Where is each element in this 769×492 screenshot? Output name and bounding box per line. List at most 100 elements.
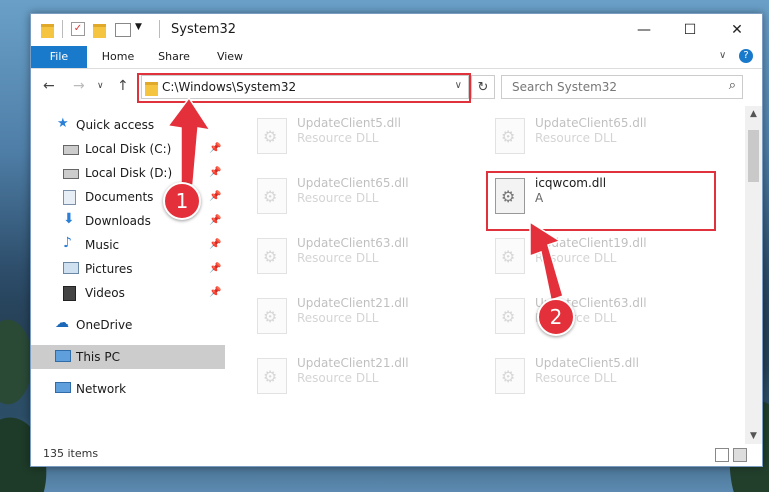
pin-icon[interactable]: 📌 xyxy=(209,263,221,274)
chevron-down-icon[interactable]: ▼ xyxy=(135,22,142,32)
minimize-button[interactable]: — xyxy=(621,14,667,46)
details-view-icon[interactable] xyxy=(715,448,729,462)
file-name: UpdateClient21.dll xyxy=(297,356,409,370)
back-arrow-icon[interactable]: ← xyxy=(43,78,55,94)
new-folder-icon[interactable] xyxy=(93,24,106,38)
file-type: Resource DLL xyxy=(297,311,379,325)
dll-file-icon xyxy=(495,298,525,334)
maximize-button[interactable]: ☐ xyxy=(667,14,713,46)
search-icon[interactable]: ⌕ xyxy=(729,78,736,93)
pin-icon[interactable]: 📌 xyxy=(209,287,221,298)
file-item[interactable]: UpdateClient65.dll Resource DLL xyxy=(247,170,467,218)
large-icons-view-icon[interactable] xyxy=(733,448,747,462)
file-type: Resource DLL xyxy=(535,371,617,385)
file-name: UpdateClient21.dll xyxy=(297,296,409,310)
pin-icon[interactable]: 📌 xyxy=(209,191,221,202)
ribbon: File Home Share View ∨ ? xyxy=(31,46,762,69)
dll-file-icon xyxy=(257,118,287,154)
scroll-up-icon[interactable]: ▲ xyxy=(745,106,762,122)
drive-icon xyxy=(63,145,79,155)
file-type: Resource DLL xyxy=(297,191,379,205)
file-type: Resource DLL xyxy=(297,131,379,145)
cloud-icon: ☁ xyxy=(55,315,69,331)
file-item[interactable]: UpdateClient63.dll Resource DLL xyxy=(247,230,467,278)
sidebar-item-label: Local Disk (D:) xyxy=(85,166,173,180)
file-item[interactable]: UpdateClient19.dll Resource DLL xyxy=(485,230,705,278)
recent-locations-icon[interactable]: ∨ xyxy=(97,81,104,91)
search-placeholder: Search System32 xyxy=(512,80,618,94)
file-highlight-box xyxy=(486,171,716,231)
sidebar-item-label: This PC xyxy=(76,350,120,364)
file-item[interactable]: UpdateClient5.dll Resource DLL xyxy=(247,110,467,158)
file-item[interactable]: UpdateClient5.dll Resource DLL xyxy=(485,350,705,398)
network-icon xyxy=(55,382,71,393)
dll-file-icon xyxy=(257,298,287,334)
sidebar-item-local-disk-c[interactable]: Local Disk (C:) 📌 xyxy=(31,137,225,161)
item-count: 135 items xyxy=(43,447,99,460)
pin-icon[interactable]: 📌 xyxy=(209,167,221,178)
pin-icon[interactable]: 📌 xyxy=(209,215,221,226)
address-highlight-box xyxy=(137,73,471,103)
scroll-thumb[interactable] xyxy=(748,130,759,182)
sidebar-item-quick-access[interactable]: ★ Quick access xyxy=(31,113,225,137)
sidebar-item-onedrive[interactable]: ☁ OneDrive xyxy=(31,313,225,337)
vertical-scrollbar[interactable]: ▲ ▼ xyxy=(745,106,762,444)
dll-file-icon xyxy=(257,178,287,214)
file-name: UpdateClient65.dll xyxy=(535,116,647,130)
file-item[interactable]: UpdateClient63.dll Resource DLL xyxy=(485,290,705,338)
file-list: UpdateClient5.dll Resource DLL UpdateCli… xyxy=(227,106,741,436)
file-name: UpdateClient63.dll xyxy=(297,236,409,250)
sidebar-item-label: Music xyxy=(85,238,120,252)
sidebar-item-videos[interactable]: Videos 📌 xyxy=(31,281,225,305)
file-name: UpdateClient19.dll xyxy=(535,236,647,250)
file-type: Resource DLL xyxy=(535,251,617,265)
documents-icon xyxy=(63,190,76,205)
customize-quick-access-icon[interactable] xyxy=(115,23,131,37)
tab-share[interactable]: Share xyxy=(149,46,199,68)
window-title: System32 xyxy=(171,22,237,37)
status-bar: 135 items xyxy=(31,442,762,466)
file-item[interactable]: UpdateClient21.dll Resource DLL xyxy=(247,290,467,338)
file-name: UpdateClient65.dll xyxy=(297,176,409,190)
file-type: Resource DLL xyxy=(535,131,617,145)
up-arrow-icon[interactable]: ↑ xyxy=(117,78,129,94)
divider xyxy=(159,20,160,38)
pin-icon[interactable]: 📌 xyxy=(209,143,221,154)
music-icon: ♪ xyxy=(63,235,72,251)
pin-icon[interactable]: 📌 xyxy=(209,239,221,250)
drive-icon xyxy=(63,169,79,179)
file-type: Resource DLL xyxy=(297,251,379,265)
divider xyxy=(62,20,63,38)
file-item[interactable]: UpdateClient65.dll Resource DLL xyxy=(485,110,705,158)
title-bar: ✓ ▼ System32 — ☐ ✕ xyxy=(31,14,762,46)
refresh-button[interactable]: ↻ xyxy=(471,75,495,99)
search-input[interactable]: Search System32 ⌕ xyxy=(501,75,743,99)
step-badge-2: 2 xyxy=(537,298,575,336)
tab-view[interactable]: View xyxy=(205,46,255,68)
navigation-pane: ★ Quick access Local Disk (C:) 📌 Local D… xyxy=(31,106,225,436)
help-icon[interactable]: ? xyxy=(739,49,753,63)
sidebar-item-this-pc[interactable]: This PC xyxy=(31,345,225,369)
sidebar-item-music[interactable]: ♪ Music 📌 xyxy=(31,233,225,257)
tab-file[interactable]: File xyxy=(31,46,87,68)
dll-file-icon xyxy=(495,118,525,154)
sidebar-item-label: Local Disk (C:) xyxy=(85,142,172,156)
close-button[interactable]: ✕ xyxy=(714,14,760,46)
file-item[interactable]: UpdateClient21.dll Resource DLL xyxy=(247,350,467,398)
tab-home[interactable]: Home xyxy=(93,46,143,68)
folder-icon xyxy=(41,24,54,38)
properties-icon[interactable]: ✓ xyxy=(71,22,85,36)
dll-file-icon xyxy=(495,238,525,274)
chevron-down-icon[interactable]: ∨ xyxy=(719,50,726,61)
sidebar-item-local-disk-d[interactable]: Local Disk (D:) 📌 xyxy=(31,161,225,185)
sidebar-item-label: OneDrive xyxy=(76,318,133,332)
computer-icon xyxy=(55,350,71,362)
file-type: Resource DLL xyxy=(297,371,379,385)
pictures-icon xyxy=(63,262,79,274)
dll-file-icon xyxy=(257,358,287,394)
forward-arrow-icon[interactable]: → xyxy=(73,78,85,94)
sidebar-item-pictures[interactable]: Pictures 📌 xyxy=(31,257,225,281)
sidebar-item-network[interactable]: Network xyxy=(31,377,225,401)
step-badge-1: 1 xyxy=(163,182,201,220)
download-icon: ⬇ xyxy=(63,211,75,227)
